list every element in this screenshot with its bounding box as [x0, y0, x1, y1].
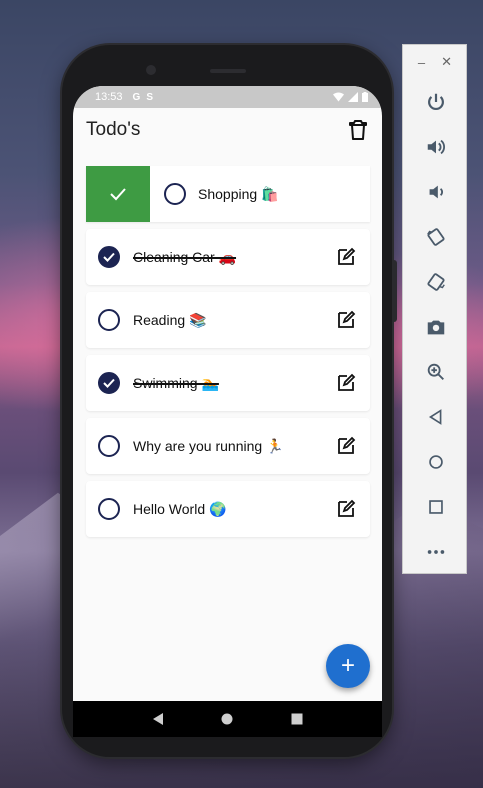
zoom-icon	[427, 363, 444, 380]
app-bar: Todo's	[73, 108, 382, 152]
minimize-button[interactable]: –	[418, 55, 425, 70]
checkmark-icon	[103, 252, 115, 262]
edit-icon[interactable]	[336, 436, 356, 456]
home-icon	[428, 454, 443, 469]
google-icon: G	[132, 91, 141, 103]
swipe-complete-background	[86, 166, 150, 222]
todo-item[interactable]: Reading 📚	[86, 292, 370, 348]
back-icon	[428, 408, 441, 425]
wifi-icon	[333, 92, 344, 102]
edit-icon[interactable]	[336, 247, 356, 267]
power-icon	[427, 93, 444, 110]
page-title: Todo's	[86, 119, 141, 140]
checkmark-icon	[103, 378, 115, 388]
camera-icon	[427, 320, 444, 334]
phone-camera	[146, 65, 156, 75]
volume-up-icon	[427, 139, 445, 154]
todo-label: Hello World 🌍	[133, 500, 227, 517]
todo-item[interactable]: Swimming 🏊	[86, 355, 370, 411]
notification-icon: S	[146, 91, 153, 103]
todo-checkbox-checked[interactable]	[98, 246, 120, 268]
volume-up-button[interactable]	[403, 124, 468, 169]
nav-home-icon[interactable]	[221, 713, 233, 725]
more-icon	[427, 549, 444, 554]
power-button[interactable]	[403, 79, 468, 124]
edit-icon[interactable]	[336, 373, 356, 393]
rotate-left-icon	[426, 227, 445, 246]
todo-label: Cleaning Car 🚗	[133, 248, 237, 265]
todo-label: Reading 📚	[133, 311, 207, 328]
todo-label: Why are you running 🏃	[133, 437, 284, 454]
app-screen: 13:53 G S Todo's Shopping 🛍️ Cleaning Ca…	[73, 86, 382, 701]
battery-icon	[362, 92, 368, 102]
volume-down-icon	[429, 185, 443, 198]
todo-item[interactable]: Hello World 🌍	[86, 481, 370, 537]
close-button[interactable]: ✕	[441, 54, 452, 70]
todo-list: Shopping 🛍️ Cleaning Car 🚗 Reading 📚 Swi…	[86, 166, 370, 544]
edit-icon[interactable]	[336, 310, 356, 330]
rotate-right-icon	[426, 272, 445, 291]
todo-item[interactable]: Why are you running 🏃	[86, 418, 370, 474]
todo-checkbox[interactable]	[98, 498, 120, 520]
nav-overview-icon[interactable]	[291, 713, 303, 725]
rotate-right-button[interactable]	[403, 259, 468, 304]
todo-checkbox-checked[interactable]	[98, 372, 120, 394]
phone-speaker	[210, 69, 246, 73]
todo-item[interactable]: Cleaning Car 🚗	[86, 229, 370, 285]
phone-frame: 13:53 G S Todo's Shopping 🛍️ Cleaning Ca…	[62, 45, 397, 757]
trash-icon[interactable]	[346, 118, 370, 142]
todo-checkbox[interactable]	[164, 183, 186, 205]
toolbar-window-controls: – ✕	[403, 45, 466, 79]
edit-icon[interactable]	[336, 499, 356, 519]
checkmark-icon	[110, 188, 126, 201]
rotate-left-button[interactable]	[403, 214, 468, 259]
emulator-toolbar: – ✕	[402, 44, 467, 574]
home-button[interactable]	[403, 439, 468, 484]
status-bar: 13:53 G S	[73, 86, 382, 108]
overview-button[interactable]	[403, 484, 468, 529]
todo-label: Shopping 🛍️	[198, 185, 279, 202]
status-time: 13:53	[95, 91, 123, 103]
more-button[interactable]	[403, 529, 468, 574]
add-todo-button[interactable]: +	[326, 644, 370, 688]
screenshot-button[interactable]	[403, 304, 468, 349]
todo-item-swiped[interactable]: Shopping 🛍️	[86, 166, 370, 222]
android-nav-bar	[73, 701, 382, 737]
back-button[interactable]	[403, 394, 468, 439]
todo-checkbox[interactable]	[98, 309, 120, 331]
signal-icon	[348, 92, 358, 102]
phone-power-button	[392, 260, 397, 322]
nav-back-icon[interactable]	[152, 713, 164, 725]
todo-checkbox[interactable]	[98, 435, 120, 457]
zoom-button[interactable]	[403, 349, 468, 394]
overview-icon	[428, 499, 443, 514]
volume-down-button[interactable]	[403, 169, 468, 214]
todo-label: Swimming 🏊	[133, 374, 219, 391]
